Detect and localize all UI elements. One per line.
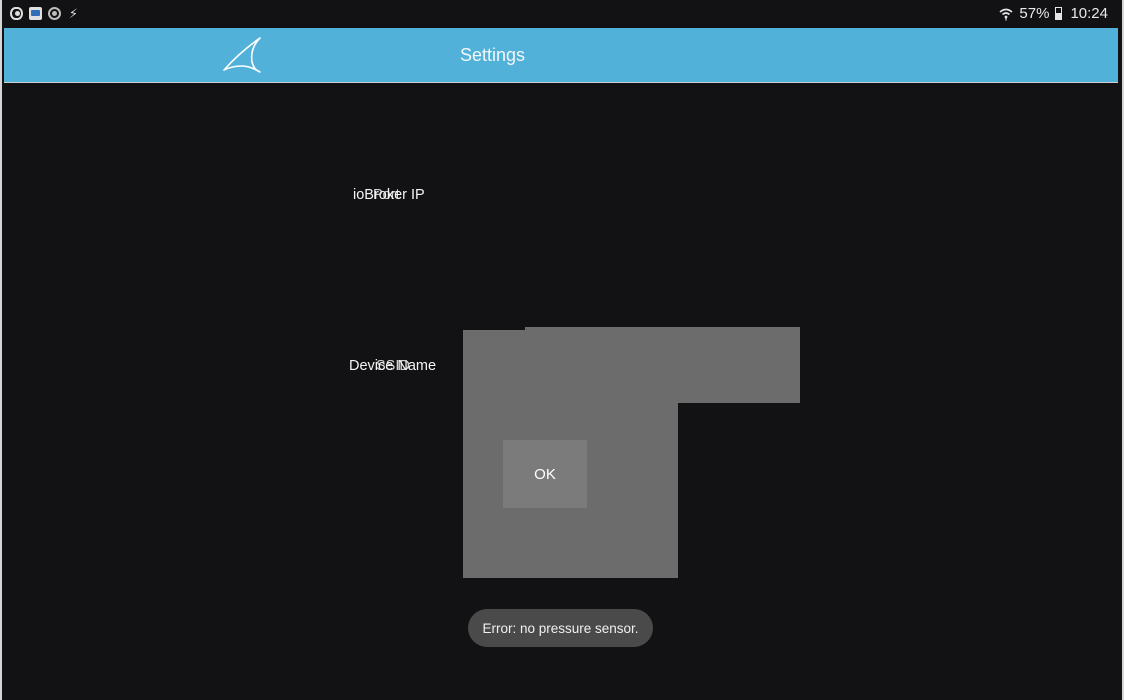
ok-button[interactable]: OK xyxy=(503,440,587,508)
status-bar: ⚡ 57% 10:24 xyxy=(2,0,1122,28)
action-bar: Settings xyxy=(4,28,1118,83)
error-toast: Error: no pressure sensor. xyxy=(468,609,653,647)
app-logo-icon[interactable] xyxy=(220,32,268,76)
clock: 10:24 xyxy=(1070,5,1108,22)
page-title: Settings xyxy=(460,45,526,65)
port-label: Port xyxy=(373,187,400,203)
ssid-label: SSID xyxy=(376,358,410,374)
device-screen: ⚡ 57% 10:24 Settings ioBroker IP Port De… xyxy=(0,0,1124,700)
photo-icon xyxy=(29,7,42,20)
battery-icon xyxy=(1055,7,1063,20)
eye-icon xyxy=(10,7,23,20)
wifi-icon xyxy=(999,8,1013,20)
target-icon xyxy=(48,7,61,20)
system-status: 57% 10:24 xyxy=(999,5,1108,22)
bolt-icon: ⚡ xyxy=(68,6,79,21)
battery-percent: 57% xyxy=(1019,5,1050,22)
notification-icons: ⚡ xyxy=(10,7,80,20)
